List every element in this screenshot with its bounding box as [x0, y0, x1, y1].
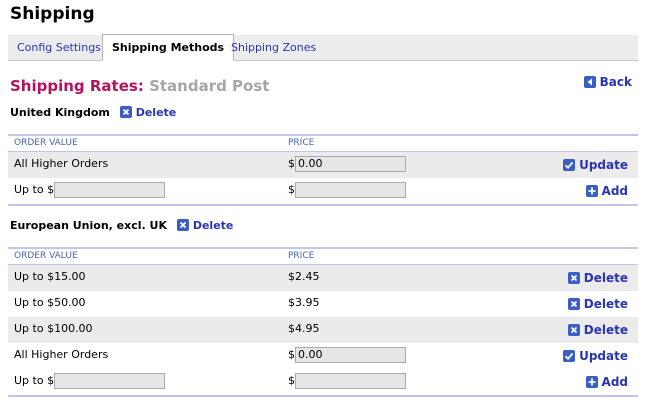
delete-x-icon	[567, 324, 580, 336]
delete-x-icon	[567, 298, 580, 310]
update-label: Update	[579, 349, 628, 363]
col-order-value: ORDER VALUE	[14, 251, 78, 261]
price-value: $4.95	[288, 322, 320, 335]
tab-config-settings[interactable]: Config Settings	[8, 35, 110, 60]
table-header: ORDER VALUE PRICE	[8, 247, 638, 265]
price-value: $2.45	[288, 270, 320, 283]
delete-x-icon	[176, 219, 189, 231]
price-input[interactable]	[295, 182, 406, 198]
add-row: Up to $ $ Add	[8, 178, 638, 204]
plus-icon	[585, 376, 598, 388]
add-label: Add	[601, 184, 628, 198]
zone-name: European Union, excl. UK	[10, 219, 167, 232]
back-label: Back	[599, 75, 632, 89]
delete-button[interactable]: Delete	[567, 265, 628, 291]
zone-delete-button[interactable]: Delete	[119, 106, 177, 119]
table-bottom-border	[8, 204, 638, 206]
table-header: ORDER VALUE PRICE	[8, 134, 638, 152]
order-value: All Higher Orders	[14, 348, 109, 361]
table-row: Up to $100.00 $4.95 Delete	[8, 317, 638, 343]
rates-table-uk: ORDER VALUE PRICE All Higher Orders $0.0…	[8, 134, 638, 206]
col-price: PRICE	[288, 138, 315, 148]
tab-bar: Config Settings Shipping Methods Shippin…	[8, 34, 638, 61]
page-title: Shipping	[10, 4, 95, 24]
order-cell: Up to $	[14, 369, 166, 393]
add-label: Add	[601, 375, 628, 389]
delete-x-icon	[119, 106, 132, 118]
price-cell: $0.00	[288, 343, 406, 367]
rates-method-name: Standard Post	[149, 77, 270, 95]
price-cell: $	[288, 178, 406, 202]
zone-delete-button[interactable]: Delete	[176, 219, 234, 232]
tab-shipping-zones[interactable]: Shipping Zones	[222, 35, 325, 60]
check-icon	[563, 350, 576, 362]
delete-button[interactable]: Delete	[567, 291, 628, 317]
delete-button[interactable]: Delete	[567, 317, 628, 343]
back-arrow-icon	[583, 76, 596, 88]
zone-header-uk: United Kingdom Delete	[10, 106, 176, 119]
zone-header-eu: European Union, excl. UK Delete	[10, 219, 233, 232]
update-button[interactable]: Update	[563, 343, 628, 369]
price-cell: $0.00	[288, 152, 406, 176]
delete-label: Delete	[583, 323, 628, 337]
order-value: Up to $100.00	[14, 322, 93, 335]
table-row: All Higher Orders $0.00 Update	[8, 152, 638, 178]
table-bottom-border	[8, 395, 638, 397]
price-value: $3.95	[288, 296, 320, 309]
shipping-rates-title: Shipping Rates: Standard Post	[10, 77, 269, 95]
rates-label: Shipping Rates:	[10, 77, 144, 95]
back-button[interactable]: Back	[583, 75, 632, 89]
order-value: Up to $15.00	[14, 270, 86, 283]
add-button[interactable]: Add	[585, 178, 628, 204]
zone-name: United Kingdom	[10, 106, 110, 119]
plus-icon	[585, 185, 598, 197]
order-value-input[interactable]	[54, 182, 166, 198]
price-cell: $	[288, 369, 406, 393]
rates-table-eu: ORDER VALUE PRICE Up to $15.00 $2.45 Del…	[8, 247, 638, 397]
price-input[interactable]: 0.00	[295, 347, 406, 363]
delete-label: Delete	[583, 271, 628, 285]
update-label: Update	[579, 158, 628, 172]
zone-delete-label: Delete	[135, 106, 177, 119]
tab-shipping-methods[interactable]: Shipping Methods	[102, 34, 235, 61]
col-order-value: ORDER VALUE	[14, 138, 78, 148]
delete-x-icon	[567, 272, 580, 284]
order-cell: Up to $	[14, 178, 166, 202]
add-button[interactable]: Add	[585, 369, 628, 395]
update-button[interactable]: Update	[563, 152, 628, 178]
price-input[interactable]	[295, 373, 406, 389]
add-row: Up to $ $ Add	[8, 369, 638, 395]
col-price: PRICE	[288, 251, 315, 261]
order-value: All Higher Orders	[14, 157, 109, 170]
table-row: All Higher Orders $0.00 Update	[8, 343, 638, 369]
order-value: Up to $50.00	[14, 296, 86, 309]
order-value-input[interactable]	[54, 373, 166, 389]
delete-label: Delete	[583, 297, 628, 311]
table-row: Up to $15.00 $2.45 Delete	[8, 265, 638, 291]
table-row: Up to $50.00 $3.95 Delete	[8, 291, 638, 317]
zone-delete-label: Delete	[192, 219, 234, 232]
check-icon	[563, 159, 576, 171]
price-input[interactable]: 0.00	[295, 156, 406, 172]
